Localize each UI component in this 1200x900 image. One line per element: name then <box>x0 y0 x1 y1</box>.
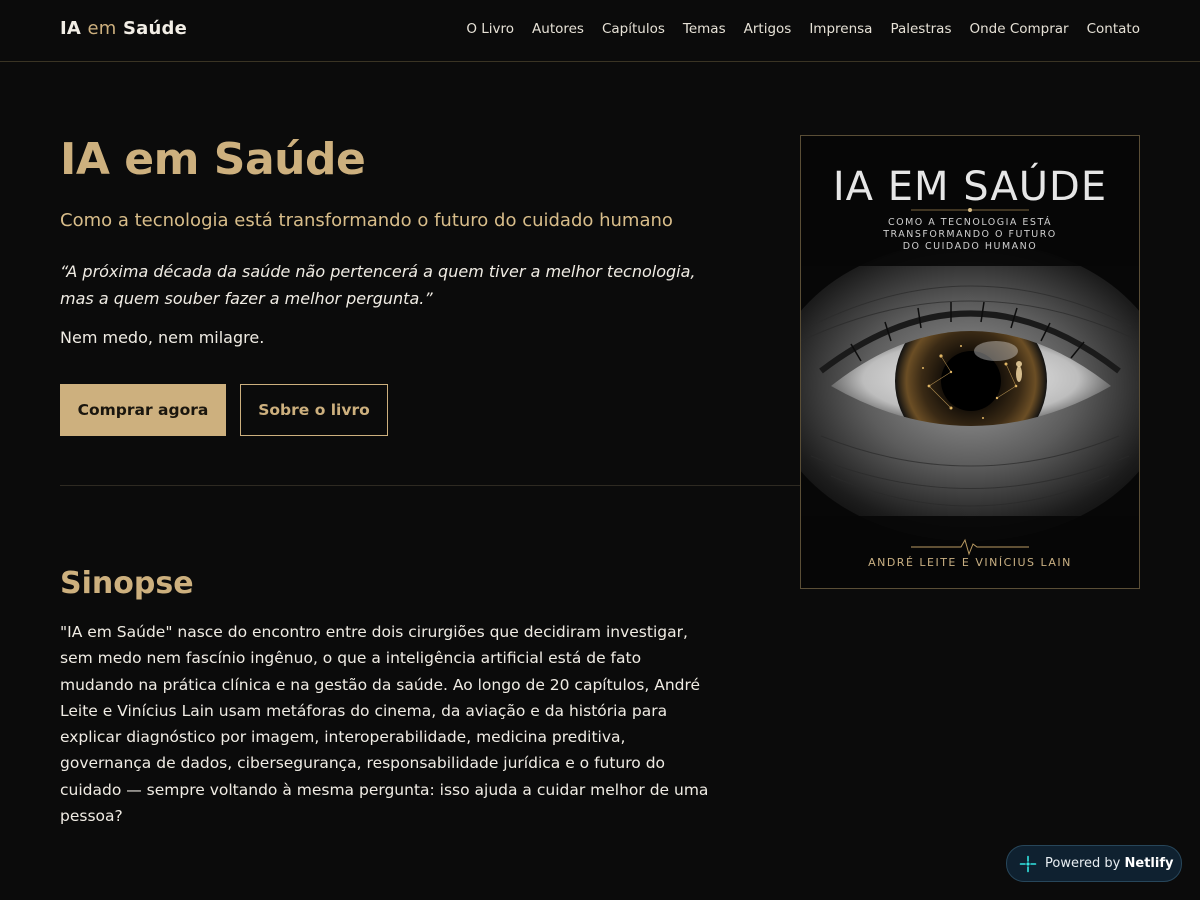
hero-quote: “A próxima década da saúde não pertencer… <box>60 262 696 308</box>
cover-subtitle-line-1: COMO A TECNOLOGIA ESTÁ <box>888 216 1052 228</box>
cover-authors: ANDRÉ LEITE E VINÍCIUS LAIN <box>868 556 1072 569</box>
hero-subtitle: Como a tecnologia está transformando o f… <box>60 210 673 231</box>
nav-o-livro[interactable]: O Livro <box>466 21 514 37</box>
site-logo[interactable]: IA em Saúde <box>60 18 187 39</box>
cover-subtitle-line-3: DO CUIDADO HUMANO <box>903 241 1038 252</box>
hero-title: IA em Saúde <box>60 134 366 185</box>
nav-onde-comprar[interactable]: Onde Comprar <box>969 21 1068 37</box>
netlify-badge-brand: Netlify <box>1124 856 1174 871</box>
nav-palestras[interactable]: Palestras <box>890 21 951 37</box>
cover-title: IA EM SAÚDE <box>833 162 1107 210</box>
netlify-badge[interactable]: Powered by Netlify <box>1006 845 1182 882</box>
netlify-icon <box>1019 855 1037 872</box>
netlify-badge-prefix: Powered by <box>1045 856 1121 871</box>
logo-text-ia: IA <box>60 18 82 39</box>
buy-now-button[interactable]: Comprar agora <box>60 384 226 436</box>
logo-text-em: em <box>87 18 117 39</box>
about-book-button[interactable]: Sobre o livro <box>240 384 388 436</box>
nav-autores[interactable]: Autores <box>532 21 584 37</box>
book-cover: IA EM SAÚDE COMO A TECNOLOGIA ESTÁ TRANS… <box>800 135 1140 589</box>
nav-contato[interactable]: Contato <box>1087 21 1140 37</box>
hero-tagline: Nem medo, nem milagre. <box>60 328 265 347</box>
site-header: IA em Saúde O Livro Autores Capítulos Te… <box>0 0 1200 62</box>
nav-imprensa[interactable]: Imprensa <box>809 21 872 37</box>
book-cover-art: IA EM SAÚDE COMO A TECNOLOGIA ESTÁ TRANS… <box>801 136 1139 588</box>
cover-subtitle-line-2: TRANSFORMANDO O FUTURO <box>882 229 1057 240</box>
synopsis-text: "IA em Saúde" nasce do encontro entre do… <box>60 623 709 826</box>
main-nav: O Livro Autores Capítulos Temas Artigos … <box>466 21 1140 37</box>
nav-artigos[interactable]: Artigos <box>744 21 792 37</box>
nav-temas[interactable]: Temas <box>683 21 726 37</box>
synopsis-title: Sinopse <box>60 566 194 601</box>
section-divider <box>60 485 802 486</box>
nav-capitulos[interactable]: Capítulos <box>602 21 665 37</box>
logo-text-saude: Saúde <box>122 18 188 39</box>
netlify-badge-text: Powered by Netlify <box>1045 856 1173 871</box>
